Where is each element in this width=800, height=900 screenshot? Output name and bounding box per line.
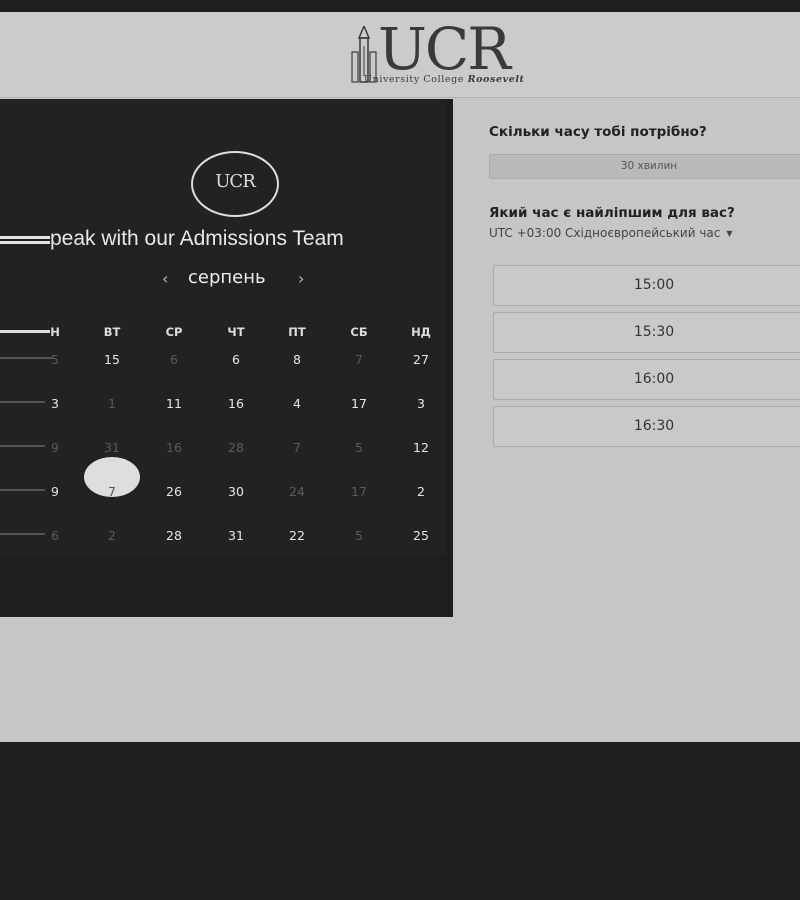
calendar-day: 28 <box>228 440 244 455</box>
booking-panel: Скільки часу тобі потрібно? 30 хвилин Як… <box>453 99 800 617</box>
badge-text: UCR <box>215 171 256 192</box>
calendar-day: 6 <box>51 528 59 543</box>
weekday-header: ЧТ <box>227 325 245 339</box>
calendar-day[interactable]: 4 <box>277 396 317 411</box>
weekday-header: Н <box>50 325 60 339</box>
calendar-day[interactable]: 15 <box>92 352 132 367</box>
calendar-day: 9 <box>51 440 59 455</box>
page-footer-area <box>0 618 800 742</box>
calendar-day[interactable]: 22 <box>277 528 317 543</box>
calendar-day[interactable]: 12 <box>401 440 441 455</box>
weekday-header: ВТ <box>103 325 121 339</box>
event-title: peak with our Admissions Team <box>50 227 344 250</box>
top-bar <box>0 0 800 12</box>
calendar-day: 5 <box>51 352 59 367</box>
duration-option-30[interactable]: 30 хвилин <box>489 154 800 179</box>
calendar-day[interactable]: 27 <box>401 352 441 367</box>
page: UCR University College Roosevelt UCR pea… <box>0 12 800 742</box>
calendar-day[interactable]: 7 <box>92 484 132 499</box>
ucr-badge-logo: UCR <box>191 151 279 217</box>
next-month-icon[interactable]: › <box>298 269 304 288</box>
calendar-card: UCR peak with our Admissions Team ‹ серп… <box>0 99 446 557</box>
calendar-day: 17 <box>351 484 367 499</box>
calendar-day[interactable]: 6 <box>216 352 256 367</box>
caret-down-icon: ▼ <box>726 229 733 238</box>
duration-question: Скільки часу тобі потрібно? <box>489 124 707 140</box>
calendar-day[interactable]: 2 <box>401 484 441 499</box>
calendar-day: 24 <box>289 484 305 499</box>
calendar-day[interactable]: 26 <box>154 484 194 499</box>
time-slot-1600[interactable]: 16:00 <box>493 359 800 400</box>
calendar-day[interactable]: 17 <box>339 396 379 411</box>
calendar-day: 2 <box>108 528 116 543</box>
time-slot-1500[interactable]: 15:00 <box>493 265 800 306</box>
calendar-day[interactable]: 3 <box>35 396 75 411</box>
weekday-header: НД <box>411 325 431 339</box>
calendar-panel: UCR peak with our Admissions Team ‹ серп… <box>0 99 453 617</box>
calendar-day: 31 <box>104 440 120 455</box>
calendar-day: 7 <box>355 352 363 367</box>
time-question: Який час є найліпшим для вас? <box>489 205 735 221</box>
calendar-day: 16 <box>166 440 182 455</box>
month-label: серпень <box>188 267 266 288</box>
calendar-day[interactable]: 30 <box>216 484 256 499</box>
calendar-day[interactable]: 25 <box>401 528 441 543</box>
calendar-day[interactable]: 28 <box>154 528 194 543</box>
weekday-header: СР <box>165 325 183 339</box>
prev-month-icon[interactable]: ‹ <box>162 269 168 288</box>
calendar-day[interactable]: 31 <box>216 528 256 543</box>
logo-tagline: University College Roosevelt <box>364 74 525 85</box>
header: UCR University College Roosevelt <box>0 12 800 98</box>
time-slot-1630[interactable]: 16:30 <box>493 406 800 447</box>
calendar-day: 5 <box>355 528 363 543</box>
calendar-day[interactable]: 11 <box>154 396 194 411</box>
weekday-header: ПТ <box>288 325 306 339</box>
calendar-day: 1 <box>108 396 116 411</box>
calendar-day[interactable]: 16 <box>216 396 256 411</box>
month-navigation: ‹ серпень › <box>150 267 320 295</box>
weekday-header: СБ <box>350 325 368 339</box>
calendar-day[interactable]: 8 <box>277 352 317 367</box>
ucr-logo[interactable]: UCR University College Roosevelt <box>350 15 555 88</box>
calendar-day[interactable]: 9 <box>35 484 75 499</box>
time-slot-1530[interactable]: 15:30 <box>493 312 800 353</box>
calendar-day: 7 <box>293 440 301 455</box>
menu-icon[interactable] <box>0 236 50 248</box>
timezone-select[interactable]: UTC +03:00 Східноєвропейський час ▼ <box>489 226 733 240</box>
calendar-day[interactable]: 3 <box>401 396 441 411</box>
calendar-day: 6 <box>170 352 178 367</box>
calendar-day: 5 <box>355 440 363 455</box>
